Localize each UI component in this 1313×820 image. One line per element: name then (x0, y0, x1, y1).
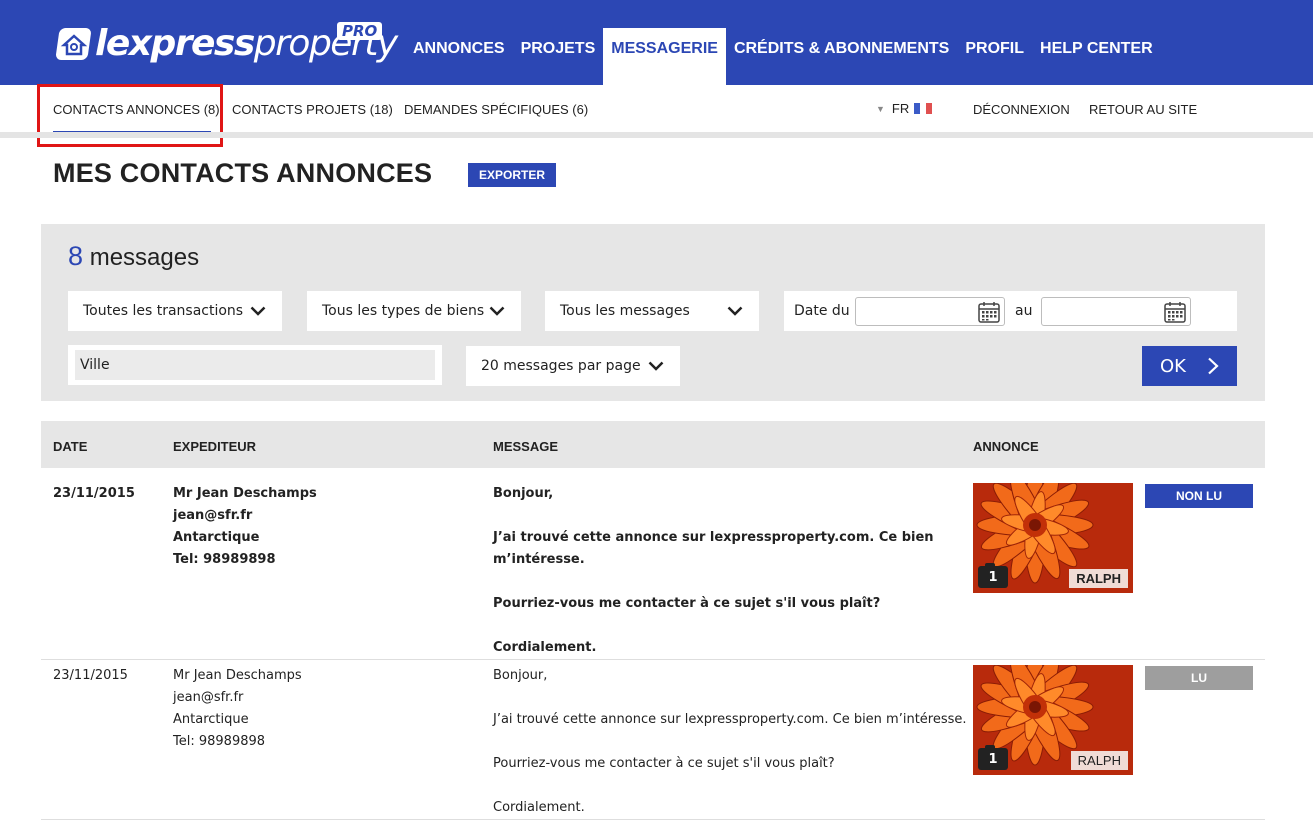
chevron-down-icon (250, 306, 266, 316)
message-count-number: 8 (68, 241, 84, 271)
message-status-value: Tous les messages (560, 303, 690, 319)
chevron-down-icon (727, 306, 743, 316)
message-closing: Cordialement. (493, 640, 597, 655)
sender-location: Antarctique (173, 530, 260, 545)
language-label: FR (891, 101, 910, 116)
page-title: MES CONTACTS ANNONCES (53, 158, 433, 188)
message-text: Bonjour, J’ai trouvé cette annonce sur l… (493, 665, 967, 819)
nav-credits-abonnements[interactable]: CRÉDITS & ABONNEMENTS (726, 28, 957, 85)
message-greeting: Bonjour, (493, 486, 554, 501)
column-message[interactable]: MESSAGE (493, 439, 558, 454)
listing-thumbnail[interactable]: 1 RALPH (973, 483, 1133, 593)
table-row[interactable]: 23/11/2015 Mr Jean Deschamps jean@sfr.fr… (41, 660, 1265, 820)
message-question: Pourriez-vous me contacter à ce sujet s'… (493, 596, 881, 611)
date-from-input[interactable] (855, 297, 1005, 326)
calendar-icon[interactable] (1163, 300, 1187, 324)
message-text: Bonjour, J’ai trouvé cette annonce sur l… (493, 483, 934, 659)
back-to-site-link[interactable]: RETOUR AU SITE (1089, 102, 1197, 117)
sender-email[interactable]: jean@sfr.fr (173, 505, 317, 527)
sender-name: Mr Jean Deschamps (173, 668, 302, 683)
nav-help-center[interactable]: HELP CENTER (1032, 28, 1161, 85)
transaction-type-select[interactable]: Toutes les transactions (68, 291, 282, 331)
main-nav: ANNONCES PROJETS MESSAGERIE CRÉDITS & AB… (405, 28, 1161, 85)
chevron-down-icon (489, 306, 505, 316)
sender-name: Mr Jean Deschamps (173, 486, 317, 501)
status-badge: LU (1145, 666, 1253, 690)
sub-nav: CONTACTS ANNONCES (8) CONTACTS PROJETS (… (0, 85, 1313, 136)
filter-panel: 8 messages Toutes les transactions Tous … (41, 224, 1265, 401)
date-to-label: au (1015, 303, 1033, 319)
subnav-divider (0, 132, 1313, 138)
table-header: DATE EXPEDITEUR MESSAGE ANNONCE (41, 421, 1265, 468)
tab-contacts-projets[interactable]: CONTACTS PROJETS (18) (232, 102, 393, 117)
per-page-value: 20 messages par page (481, 358, 641, 374)
chevron-down-icon (648, 361, 664, 371)
listing-thumbnail[interactable]: 1 RALPH (973, 665, 1133, 775)
sender-info: Mr Jean Deschamps jean@sfr.fr Antarctiqu… (173, 483, 317, 571)
status-badge: NON LU (1145, 484, 1253, 508)
column-date[interactable]: DATE (53, 439, 87, 454)
property-type-select[interactable]: Tous les types de biens (307, 291, 521, 331)
photo-count-badge: 1 (978, 745, 1008, 770)
transaction-type-value: Toutes les transactions (83, 303, 244, 319)
export-button[interactable]: EXPORTER (468, 163, 556, 187)
message-status-select[interactable]: Tous les messages (545, 291, 759, 331)
message-greeting: Bonjour, (493, 668, 548, 683)
french-flag-icon (914, 103, 933, 114)
sender-location: Antarctique (173, 712, 249, 727)
agent-tag: RALPH (1070, 751, 1128, 770)
column-listing[interactable]: ANNONCE (973, 439, 1039, 454)
caret-down-icon: ▼ (876, 103, 885, 114)
message-closing: Cordialement. (493, 800, 585, 815)
date-from-label: Date du (794, 303, 850, 319)
tab-demandes-specifiques[interactable]: DEMANDES SPÉCIFIQUES (6) (404, 102, 588, 117)
message-count-label: messages (89, 244, 200, 271)
city-field-wrapper: Ville (68, 345, 442, 385)
message-count: 8 messages (68, 241, 199, 272)
message-body-line-1: J’ai trouvé cette annonce sur lexpresspr… (493, 530, 934, 545)
sender-info: Mr Jean Deschamps jean@sfr.fr Antarctiqu… (173, 665, 302, 753)
table-row[interactable]: 23/11/2015 Mr Jean Deschamps jean@sfr.fr… (41, 468, 1265, 660)
house-logo-icon (56, 28, 91, 60)
photo-count-badge: 1 (978, 563, 1008, 588)
sender-phone: Tel: 98989898 (173, 734, 266, 749)
ok-button[interactable]: OK (1142, 346, 1237, 386)
logout-link[interactable]: DÉCONNEXION (973, 102, 1070, 117)
property-type-value: Tous les types de biens (322, 303, 485, 319)
nav-messagerie[interactable]: MESSAGERIE (603, 28, 726, 85)
per-page-select[interactable]: 20 messages par page (466, 346, 680, 386)
city-input[interactable]: Ville (75, 350, 435, 380)
nav-projets[interactable]: PROJETS (513, 28, 604, 85)
tab-contacts-annonces[interactable]: CONTACTS ANNONCES (8) (53, 102, 220, 117)
chevron-right-icon (1208, 357, 1219, 375)
message-body-line-2: m’intéresse. (493, 552, 585, 567)
top-header: lexpressproperty PRO ANNONCES PROJETS ME… (0, 0, 1313, 85)
ok-label: OK (1160, 355, 1186, 377)
pro-badge: PRO (337, 22, 383, 40)
agent-tag: RALPH (1069, 569, 1128, 588)
sender-email[interactable]: jean@sfr.fr (173, 687, 302, 709)
row-date: 23/11/2015 (53, 486, 135, 501)
column-sender[interactable]: EXPEDITEUR (173, 439, 256, 454)
nav-profil[interactable]: PROFIL (957, 28, 1032, 85)
message-question: Pourriez-vous me contacter à ce sujet s'… (493, 756, 835, 771)
calendar-icon[interactable] (977, 300, 1001, 324)
row-date: 23/11/2015 (53, 668, 128, 683)
date-range: Date du au (784, 291, 1237, 331)
brand-logo[interactable]: lexpressproperty PRO (55, 20, 398, 68)
language-selector[interactable]: ▼ FR (876, 101, 933, 116)
message-body-line-1: J’ai trouvé cette annonce sur lexpresspr… (493, 712, 967, 727)
date-to-input[interactable] (1041, 297, 1191, 326)
nav-annonces[interactable]: ANNONCES (405, 28, 513, 85)
sender-phone: Tel: 98989898 (173, 552, 276, 567)
